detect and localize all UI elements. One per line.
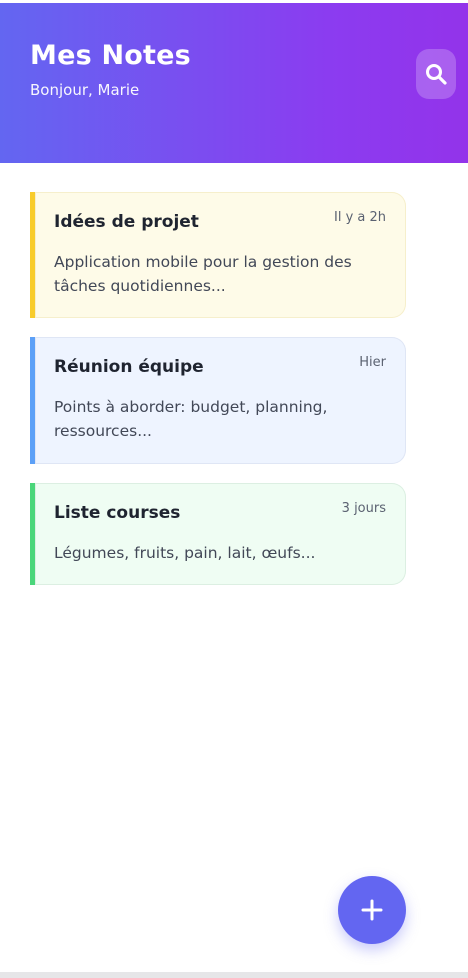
note-timestamp: 3 jours bbox=[341, 501, 386, 516]
note-preview: Légumes, fruits, pain, lait, œufs... bbox=[54, 544, 316, 562]
plus-icon bbox=[361, 899, 383, 921]
header: Mes Notes Bonjour, Marie bbox=[0, 3, 468, 163]
note-preview: Application mobile pour la gestion des t… bbox=[54, 253, 352, 295]
note-card-meeting[interactable]: Réunion équipe Hier Points à aborder: bu… bbox=[30, 337, 406, 464]
note-preview: Points à aborder: budget, planning, ress… bbox=[54, 398, 328, 440]
add-note-button[interactable] bbox=[338, 876, 406, 944]
greeting-text: Bonjour, Marie bbox=[30, 81, 140, 99]
note-title: Idées de projet bbox=[54, 212, 199, 232]
bottom-divider bbox=[0, 972, 468, 978]
notes-app: Mes Notes Bonjour, Marie Idées de projet… bbox=[0, 0, 468, 978]
search-button[interactable] bbox=[416, 49, 456, 99]
search-icon bbox=[426, 64, 447, 85]
note-card-ideas[interactable]: Idées de projet Il y a 2h Application mo… bbox=[30, 192, 406, 318]
note-timestamp: Il y a 2h bbox=[333, 210, 386, 225]
note-title: Liste courses bbox=[54, 503, 181, 523]
note-card-shopping[interactable]: Liste courses 3 jours Légumes, fruits, p… bbox=[30, 483, 406, 585]
page-title: Mes Notes bbox=[30, 40, 191, 71]
note-title: Réunion équipe bbox=[54, 357, 204, 377]
note-timestamp: Hier bbox=[359, 355, 386, 370]
